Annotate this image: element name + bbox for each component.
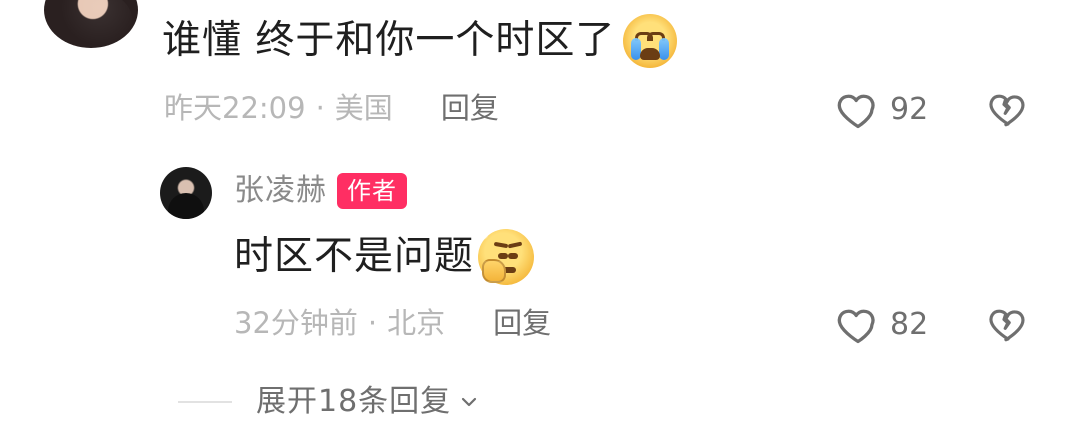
avatar-reply[interactable] bbox=[160, 167, 212, 219]
reply-location: 北京 bbox=[387, 306, 446, 340]
top-comment-time: 昨天22:09 bbox=[164, 91, 306, 125]
reply-text: 时区不是问题 bbox=[234, 227, 535, 285]
crying-emoji bbox=[623, 14, 678, 68]
heart-outline-icon bbox=[837, 309, 875, 344]
top-comment-reply-button[interactable]: 回复 bbox=[441, 88, 499, 128]
reply-meta: 32分钟前 · 北京 回复 bbox=[234, 303, 551, 343]
avatar-top-comment[interactable] bbox=[44, 0, 138, 48]
reply-like-count: 82 bbox=[890, 307, 929, 342]
top-comment-location: 美国 bbox=[334, 91, 393, 125]
broken-heart-outline-icon[interactable] bbox=[987, 88, 1029, 130]
expand-replies[interactable]: 展开18条回复 bbox=[178, 380, 481, 424]
reply-time: 32分钟前 bbox=[234, 306, 358, 340]
reply-content: 时区不是问题 bbox=[234, 234, 475, 279]
top-comment-text: 谁懂 终于和你一个时区了 bbox=[162, 14, 678, 68]
reply-dot: · bbox=[367, 306, 378, 340]
top-comment-meta: 昨天22:09 · 美国 回复 bbox=[164, 88, 499, 128]
heart-outline-icon bbox=[837, 94, 875, 129]
reply-like-button[interactable]: 82 bbox=[836, 303, 928, 347]
reply-reply-button[interactable]: 回复 bbox=[493, 303, 551, 343]
top-comment-like-count: 92 bbox=[890, 92, 929, 127]
top-comment-dot: · bbox=[315, 91, 325, 125]
expand-replies-label[interactable]: 展开18条回复 bbox=[256, 380, 451, 424]
thinking-emoji bbox=[476, 227, 535, 285]
author-badge: 作者 bbox=[337, 173, 407, 209]
top-comment-like-button[interactable]: 92 bbox=[836, 88, 928, 132]
top-comment-content: 谁懂 终于和你一个时区了 bbox=[162, 18, 616, 63]
reply-username[interactable]: 张凌赫 bbox=[234, 169, 327, 213]
chevron-down-icon[interactable] bbox=[457, 390, 481, 414]
broken-heart-outline-icon[interactable] bbox=[987, 303, 1029, 345]
reply-header: 张凌赫 作者 bbox=[234, 169, 407, 213]
expand-divider bbox=[178, 401, 232, 403]
